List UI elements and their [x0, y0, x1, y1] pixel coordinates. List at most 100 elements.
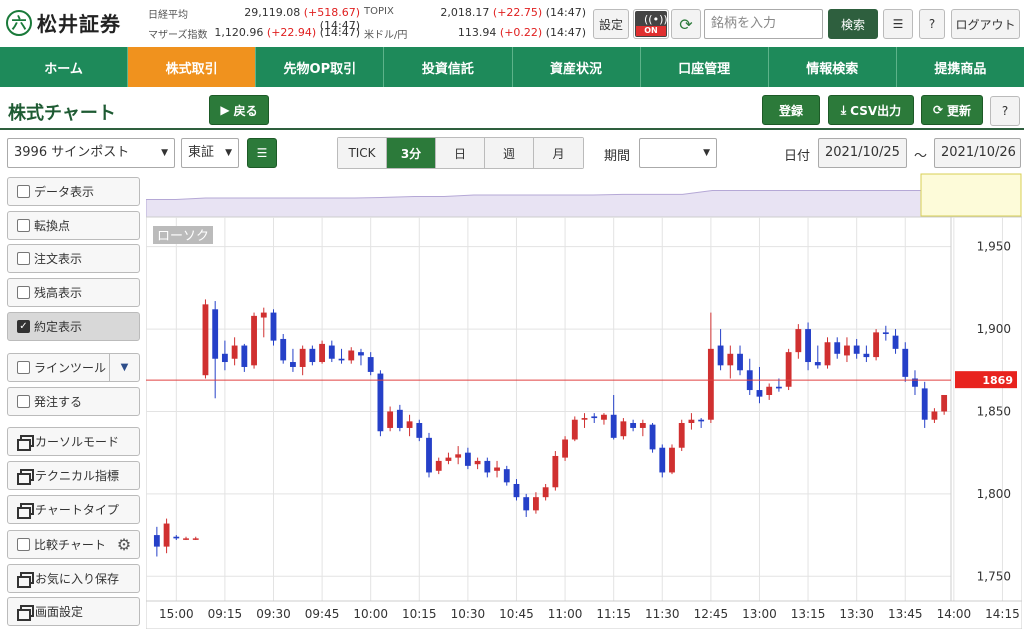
candle-body	[435, 460, 442, 471]
candle-body	[775, 386, 782, 389]
market-select[interactable]: 東証 ▼	[181, 138, 239, 168]
index-label-nikkei: 日経平均	[148, 10, 188, 21]
register-button[interactable]: 登録	[762, 95, 820, 125]
x-tick-label: 11:30	[645, 607, 680, 621]
nav-item-0[interactable]: ホーム	[0, 47, 129, 87]
side-option-label: 約定表示	[34, 320, 83, 334]
candle-body	[669, 447, 675, 473]
brand-logo[interactable]: 六 松井証券	[6, 8, 121, 37]
settings-button[interactable]: 設定	[593, 9, 629, 39]
nav-item-7[interactable]: 提携商品	[897, 47, 1024, 87]
side-option-8[interactable]: テクニカル指標	[7, 461, 140, 490]
candle-body	[542, 487, 549, 498]
interval-button-3[interactable]: 週	[485, 138, 534, 168]
candle-body	[406, 421, 413, 428]
candle-body	[601, 414, 607, 420]
nav-item-4[interactable]: 資産状況	[513, 47, 641, 87]
x-tick-label: 09:45	[305, 607, 340, 621]
candle-body	[834, 342, 841, 354]
chevron-down-icon[interactable]: ▼	[109, 354, 139, 381]
chevron-down-icon: ▼	[225, 148, 232, 158]
candle-body	[678, 423, 685, 448]
checkbox	[17, 252, 30, 265]
interval-selector: TICK 3分日週月	[337, 137, 584, 169]
nav-item-3[interactable]: 投資信託	[384, 47, 513, 87]
candle-body	[173, 536, 180, 539]
side-option-9[interactable]: チャートタイプ	[7, 495, 140, 524]
stock-select[interactable]: 3996 サインポスト ▼	[7, 138, 175, 168]
nav-item-6[interactable]: 情報検索	[769, 47, 897, 87]
side-option-7[interactable]: カーソルモード	[7, 427, 140, 456]
date-range-separator: ～	[914, 149, 928, 164]
nav-item-5[interactable]: 口座管理	[641, 47, 769, 87]
candle-body	[795, 329, 802, 353]
back-button[interactable]: ▶ 戻る	[209, 95, 269, 125]
search-button[interactable]: 検索	[828, 9, 878, 39]
candle-body	[192, 538, 199, 540]
side-option-11[interactable]: お気に入り保存	[7, 564, 140, 593]
nav-item-2[interactable]: 先物OP取引	[256, 47, 385, 87]
candle-body	[785, 352, 792, 387]
interval-button-2[interactable]: 日	[436, 138, 485, 168]
date-to-input[interactable]: 2021/10/26	[934, 138, 1021, 168]
side-option-label: データ表示	[34, 185, 95, 199]
help-button[interactable]: ?	[919, 9, 945, 39]
reload-icon[interactable]: ⟳	[671, 9, 701, 39]
candlestick-chart[interactable]: 1,750 1,800 1,850 1,900 1,950 15:00 09:15 09:30…	[145, 172, 1023, 630]
play-icon: ▶	[220, 103, 230, 117]
side-option-3[interactable]: 残高表示	[7, 278, 140, 307]
index-label-usdjpy: 米ドル/円	[364, 30, 408, 41]
page-title: 株式チャート	[8, 103, 116, 124]
candle-body	[290, 362, 296, 367]
y-tick-label: 1,900	[977, 322, 1011, 336]
logout-button[interactable]: ログアウト	[951, 9, 1020, 39]
side-option-0[interactable]: データ表示	[7, 177, 140, 206]
side-option-6[interactable]: 発注する	[7, 387, 140, 416]
y-tick-label: 1,950	[977, 240, 1011, 254]
current-price-label: 1869	[982, 374, 1013, 387]
checkbox	[17, 395, 30, 408]
candle-body	[630, 423, 637, 428]
y-tick-label: 1,750	[977, 569, 1011, 583]
overview-navigator[interactable]	[145, 173, 1022, 218]
period-select[interactable]: ▼	[639, 138, 717, 168]
candle-body	[231, 345, 238, 359]
realtime-toggle[interactable]: ((•)) ON	[633, 9, 669, 39]
interval-button-1[interactable]: 3分	[387, 138, 436, 168]
candle-body	[688, 419, 695, 424]
side-option-2[interactable]: 注文表示	[7, 244, 140, 273]
page-help-button[interactable]: ?	[990, 96, 1020, 126]
candle-body	[455, 454, 462, 458]
side-option-label: ラインツール	[34, 361, 107, 375]
candle-body	[464, 452, 471, 466]
candle-body	[931, 411, 938, 420]
refresh-button[interactable]: ⟳ 更新	[921, 95, 983, 125]
side-option-4[interactable]: ✓ 約定表示	[7, 312, 140, 341]
refresh-icon: ⟳	[932, 103, 944, 117]
list-icon[interactable]: ☰	[247, 138, 277, 168]
candle-body	[416, 423, 423, 438]
candle-body	[902, 348, 909, 377]
candle-body	[562, 439, 568, 458]
logo-text: 松井証券	[37, 12, 121, 36]
csv-export-button[interactable]: ⤓ CSV出力	[828, 95, 914, 125]
candle-body	[163, 523, 170, 547]
checkbox: ✓	[17, 320, 30, 333]
date-from-input[interactable]: 2021/10/25	[818, 138, 907, 168]
search-input[interactable]: 銘柄を入力	[704, 9, 823, 39]
gear-icon[interactable]: ⚙	[109, 531, 139, 558]
candle-body	[591, 416, 598, 419]
page-title-bar: 株式チャート ▶ 戻る 登録 ⤓ CSV出力 ⟳ 更新 ?	[0, 87, 1024, 130]
candle-body	[241, 345, 248, 367]
side-option-1[interactable]: 転換点	[7, 211, 140, 240]
menu-list-icon[interactable]: ☰	[883, 9, 913, 39]
candle-body	[717, 345, 724, 366]
side-option-5[interactable]: ラインツール ▼	[7, 353, 140, 382]
candle-body	[921, 388, 928, 420]
side-option-12[interactable]: 画面設定	[7, 597, 140, 626]
interval-button-0[interactable]: TICK	[338, 138, 387, 168]
x-tick-label: 10:45	[499, 607, 534, 621]
side-option-10[interactable]: 比較チャート ⚙	[7, 530, 140, 559]
interval-button-4[interactable]: 月	[534, 138, 583, 168]
nav-item-1[interactable]: 株式取引	[128, 47, 257, 87]
